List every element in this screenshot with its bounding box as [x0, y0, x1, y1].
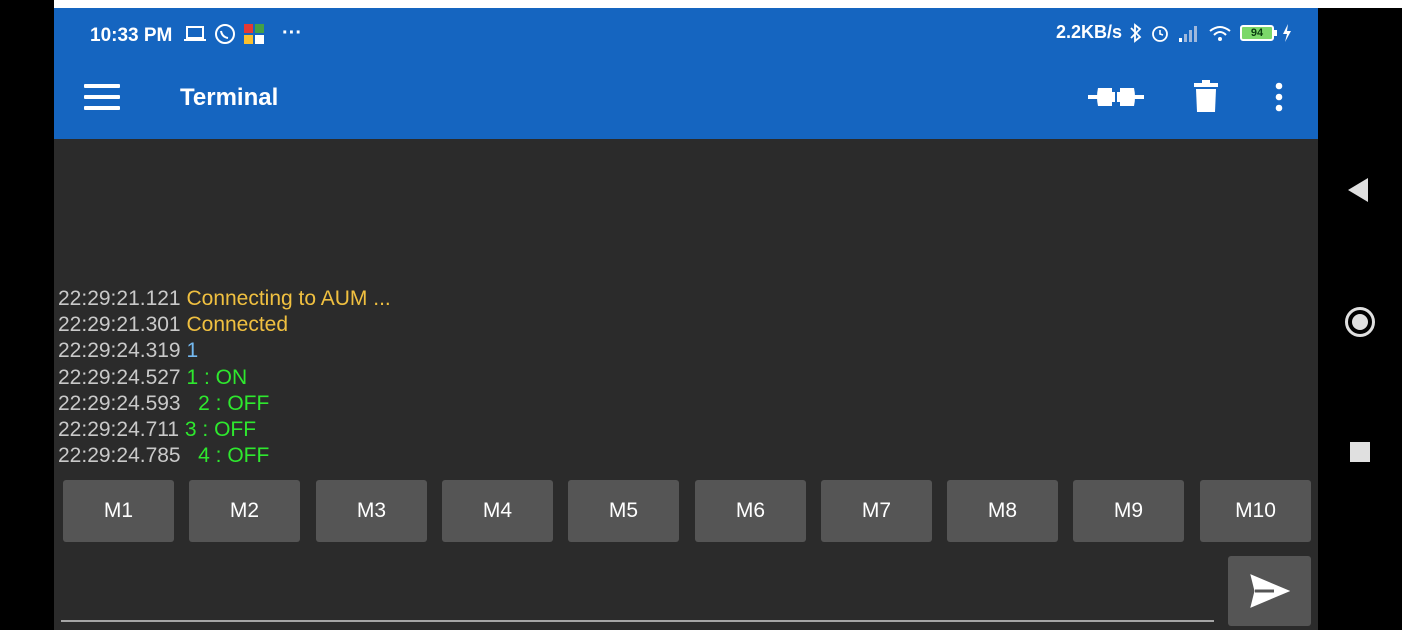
whatsapp-icon — [215, 23, 235, 44]
charging-icon — [1283, 23, 1291, 42]
terminal-timestamp: 22:29:21.301 — [58, 313, 181, 337]
terminal-timestamp: 22:29:24.319 — [58, 339, 181, 363]
laptop-icon — [184, 25, 206, 41]
status-time: 10:33 PM — [90, 25, 173, 46]
terminal-message: 4 : OFF — [186, 444, 270, 468]
app-grid-icon — [244, 23, 264, 44]
terminal-message: 1 — [186, 339, 199, 363]
nav-back-button[interactable] — [1348, 178, 1368, 202]
nav-recents-button[interactable] — [1350, 442, 1370, 462]
hamburger-menu-icon[interactable] — [84, 84, 120, 110]
terminal-message: 1 : ON — [186, 365, 248, 389]
terminal-message: Connecting to AUM ... — [186, 287, 391, 310]
macro-button-m8[interactable]: M8 — [947, 480, 1058, 542]
nav-home-button[interactable] — [1345, 307, 1375, 337]
macro-button-m6[interactable]: M6 — [695, 480, 806, 542]
macro-button-m1[interactable]: M1 — [63, 480, 174, 542]
connect-plug-icon[interactable] — [1088, 82, 1144, 112]
toolbar-title: Terminal — [180, 84, 279, 111]
net-speed: 2.2KB/s — [1055, 22, 1122, 42]
terminal-message: 2 : OFF — [186, 391, 270, 415]
notification-icons: ··· — [184, 22, 302, 45]
terminal-timestamp: 22:29:24.711 — [58, 418, 180, 442]
wifi-icon — [1209, 25, 1231, 41]
terminal-timestamp: 22:29:24.785 — [58, 444, 181, 468]
terminal-line: 22:29:24.527 1 : ON — [58, 365, 391, 391]
macro-button-m7[interactable]: M7 — [821, 480, 932, 542]
send-icon — [1249, 574, 1290, 608]
terminal-line: 22:29:24.319 1 — [58, 338, 391, 364]
macro-button-m4[interactable]: M4 — [442, 480, 553, 542]
send-button[interactable] — [1228, 556, 1311, 626]
app-toolbar: Terminal — [54, 54, 1318, 139]
macro-button-m9[interactable]: M9 — [1073, 480, 1184, 542]
phone-screen: 10:33 PM ··· 2.2KB/s 94 Terminal 22:29:2… — [54, 8, 1318, 630]
more-options-icon[interactable] — [1275, 82, 1283, 112]
terminal-line: 22:29:24.711 3 : OFF — [58, 417, 391, 443]
terminal-line: 22:29:21.121 Connecting to AUM ... — [58, 286, 391, 312]
bluetooth-icon — [1130, 22, 1142, 43]
terminal-timestamp: 22:29:21.121 — [58, 287, 181, 310]
left-black-border — [0, 0, 54, 630]
macro-button-m10[interactable]: M10 — [1200, 480, 1311, 542]
battery-icon: 94 — [1240, 24, 1277, 41]
top-border — [54, 0, 1407, 8]
terminal-message: Connected — [186, 313, 289, 337]
terminal-timestamp: 22:29:24.593 — [58, 391, 181, 415]
macro-button-m2[interactable]: M2 — [189, 480, 300, 542]
more-notifications-icon: ··· — [282, 22, 302, 44]
trash-icon[interactable] — [1194, 80, 1218, 112]
input-underline — [61, 620, 1214, 622]
macro-button-m3[interactable]: M3 — [316, 480, 427, 542]
status-bar: 10:33 PM ··· 2.2KB/s 94 — [54, 8, 1318, 54]
terminal-output: 22:29:21.121 Connecting to AUM ... 22:29:… — [58, 286, 391, 469]
send-text-input[interactable] — [61, 568, 1211, 616]
terminal-timestamp: 22:29:24.527 — [58, 365, 181, 389]
macro-button-row: M1 M2 M3 M4 M5 M6 M7 M8 M9 M10 — [63, 480, 1311, 542]
alarm-icon — [1152, 25, 1168, 42]
status-right: 2.2KB/s 94 — [1056, 22, 1292, 43]
macro-button-m5[interactable]: M5 — [568, 480, 679, 542]
terminal-line: 22:29:24.785 4 : OFF — [58, 443, 391, 469]
signal-icon — [1179, 25, 1197, 42]
terminal-line: 22:29:24.593 2 : OFF — [58, 391, 391, 417]
terminal-message: 3 : OFF — [184, 418, 257, 442]
terminal-line: 22:29:21.301 Connected — [58, 312, 391, 338]
